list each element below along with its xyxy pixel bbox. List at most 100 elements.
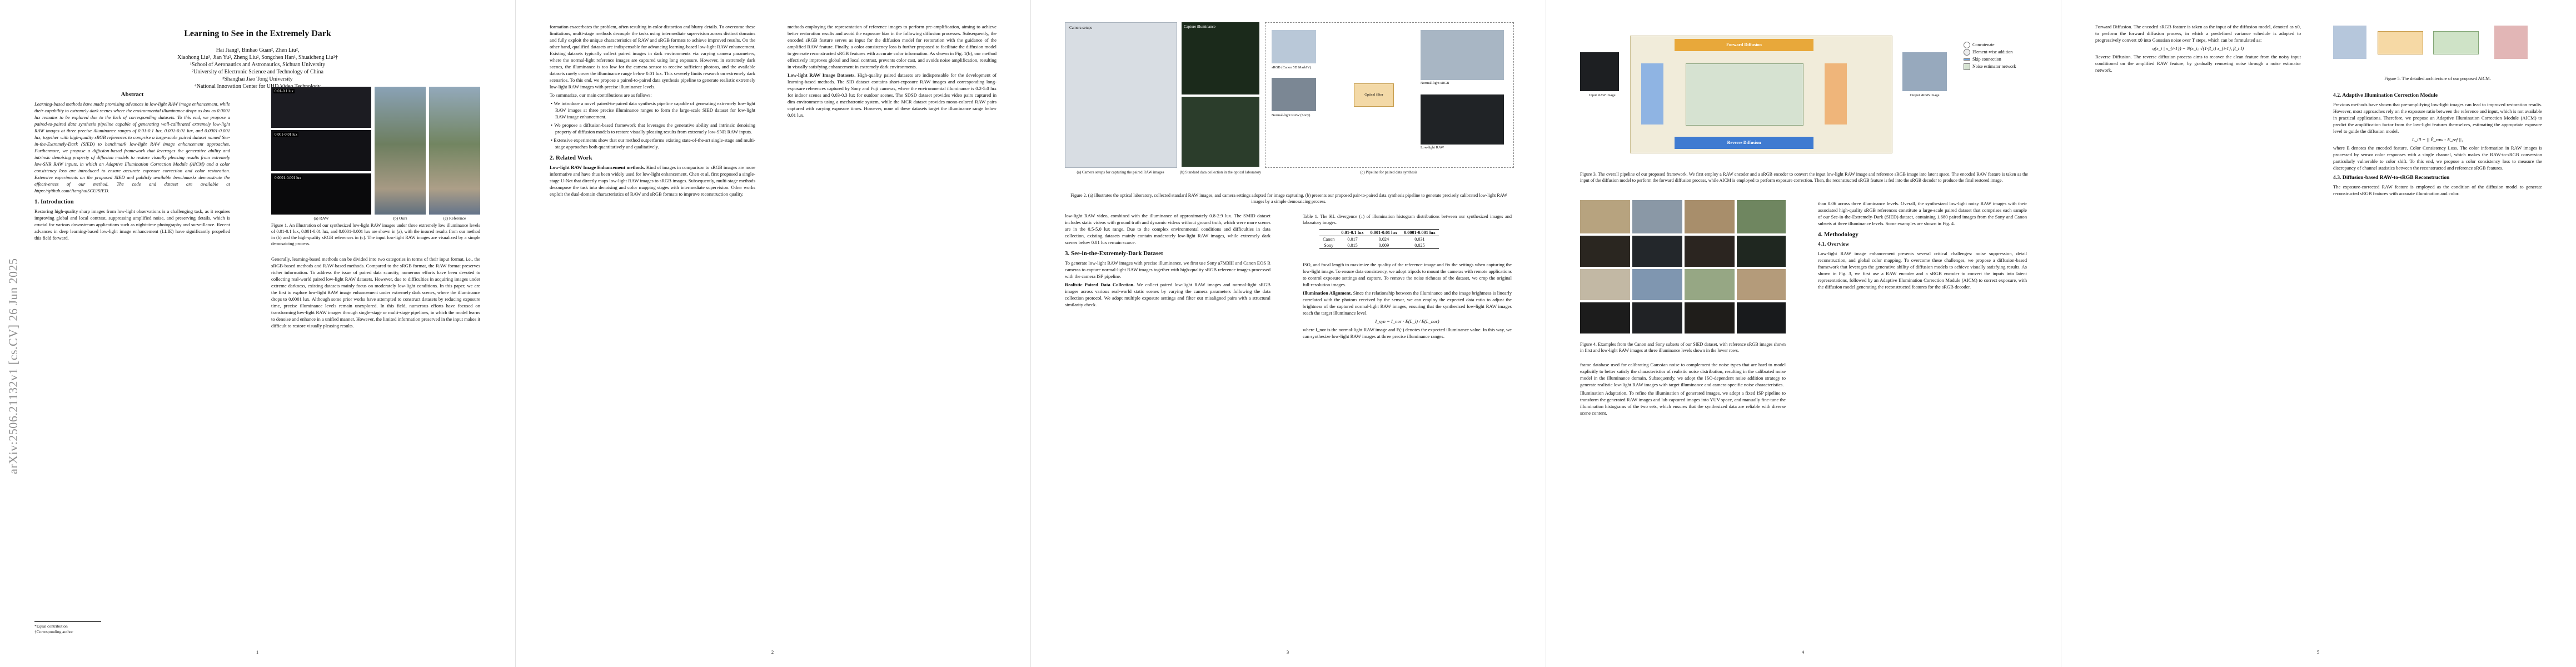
- equation-3: q(x_t | x_{t-1}) = N(x_t; √(1-β_t) x_{t-…: [2152, 46, 2244, 51]
- fig3-legend: Concatenate Element-wise addition Skip c…: [1964, 41, 2016, 71]
- table-1-caption: Table 1. The KL divergence (↓) of illumi…: [1303, 214, 1512, 225]
- page-2: formation exacerbates the problem, often…: [515, 0, 1030, 667]
- page-number-5: 5: [2316, 649, 2320, 655]
- p5-right-text: where E denotes the encoded feature. Col…: [2333, 145, 2542, 171]
- authors-line-2: Xiaohong Liu³, Jian Yu², Zheng Liu², Son…: [177, 54, 338, 61]
- page-number-1: 1: [256, 649, 259, 655]
- fig3-input-label: Input RAW image: [1589, 93, 1616, 97]
- page-divider: [1030, 0, 1031, 667]
- p1-right-text: Generally, learning-based methods can be…: [271, 256, 480, 328]
- fig2-normal-srgb-thumb: [1421, 30, 1504, 80]
- page-number-2: 2: [771, 649, 774, 655]
- fig2-srgb-label: sRGB (Canon 5D MarkIV): [1272, 66, 1311, 69]
- affiliation-2: ²University of Electronic Science and Te…: [192, 69, 323, 75]
- footnote-equal: *Equal contribution: [34, 624, 68, 629]
- fig1-sub-c: (c) Reference: [443, 216, 466, 221]
- fig4-thumb: [1632, 200, 1682, 233]
- section-4-3-heading: 4.3. Diffusion-based RAW-to-sRGB Reconst…: [2333, 175, 2450, 181]
- legend-skip: Skip connection: [1964, 56, 2016, 63]
- fig1-ours-image: [375, 87, 426, 215]
- fig2-camera-setups-label: Camera setups: [1069, 26, 1093, 30]
- fig1-lux-label-1: 0.01-0.1 lux: [273, 89, 295, 93]
- page-divider: [515, 0, 516, 667]
- figure-4: [1580, 200, 1786, 339]
- table-row: Canon 0.017 0.024 0.031: [1323, 237, 1425, 242]
- p2-right-text: methods employing the representation of …: [788, 24, 996, 69]
- p4-right-text: than 0.06 across three illuminance level…: [1818, 201, 2027, 226]
- fig2-lab-image-2: [1182, 97, 1259, 167]
- p1-right-column: Generally, learning-based methods can be…: [271, 256, 480, 623]
- equation-5: L_ill = || Ê_raw - E_ref ||₁: [2412, 137, 2463, 142]
- affiliation-3: ³Shanghai Jiao Tong University: [222, 76, 293, 82]
- fig4-thumb: [1685, 302, 1735, 334]
- fig4-thumb: [1632, 269, 1682, 300]
- p3-left-column: low-light RAW video, combined with the i…: [1065, 212, 1270, 640]
- section-4-2-text: Previous methods have shown that pre-amp…: [2333, 102, 2542, 134]
- p3-right-text: ISO, and focal length to maximize the qu…: [1303, 262, 1512, 287]
- fig3-output-label: Output sRGB image: [1910, 93, 1940, 97]
- affiliation-1: ¹School of Aeronautics and Astronautics,…: [190, 62, 326, 68]
- contribution-1: • We introduce a novel paired-to-paired …: [551, 101, 755, 120]
- figure-3: Input RAW image Forward Diffusion Revers…: [1580, 19, 2028, 169]
- p4-left-column: frame database used for calibrating Gaus…: [1580, 361, 1786, 639]
- fig4-thumb: [1737, 236, 1786, 267]
- author-block: Hai Jiang¹, Binhao Guan², Zhen Liu², Xia…: [33, 47, 482, 90]
- section-4-3-text: The exposure-corrected RAW feature is em…: [2333, 184, 2542, 196]
- fig2-normal-srgb-label: Normal-light sRGB: [1421, 81, 1449, 85]
- related-para-1: Low-light RAW Image Enhancement methods.…: [550, 165, 755, 197]
- contributions-intro: To summarize, our main contributions are…: [550, 92, 652, 98]
- legend-add: Element-wise addition: [1964, 48, 2016, 56]
- fig2-sub-a: (a) Camera setups for capturing the pair…: [1077, 170, 1164, 175]
- fig1-sub-b: (b) Ours: [393, 216, 407, 221]
- page-5: Forward Diffusion. The encoded sRGB feat…: [2061, 0, 2576, 667]
- page-1: arXiv:2506.21132v1 [cs.CV] 26 Jun 2025 L…: [0, 0, 515, 667]
- paper-title: Learning to See in the Extremely Dark: [184, 29, 331, 38]
- fig2-lowlight-raw-label: Low-light RAW: [1421, 146, 1444, 150]
- fig4-thumb: [1737, 269, 1786, 300]
- p5-left-text: Forward Diffusion. The encoded sRGB feat…: [2095, 24, 2301, 43]
- fig3-noise-estimator: [1686, 63, 1803, 126]
- fig3-srgb-decoder: [1825, 63, 1847, 125]
- figure-1: 0.01-0.1 lux 0.001-0.01 lux 0.0001-0.001…: [271, 87, 480, 221]
- fig1-reference-image: [429, 87, 480, 215]
- fig5-conv-block: [2433, 31, 2479, 54]
- contribution-2: • We propose a diffusion-based framework…: [551, 122, 755, 135]
- fig2-camera-setup-panel: [1065, 22, 1177, 168]
- intro-heading: 1. Introduction: [34, 198, 74, 205]
- figure-2: Camera setups Capture illuminance sRGB (…: [1065, 22, 1514, 189]
- legend-noise: Noise estimator network: [1964, 63, 2016, 71]
- p3-right-column: ISO, and focal length to maximize the qu…: [1303, 261, 1512, 639]
- fig5-pooling-block: [2378, 31, 2423, 54]
- contribution-3: • Extensive experiments show that our me…: [551, 137, 755, 150]
- section-3-text: To generate low-light RAW images with pr…: [1065, 260, 1270, 279]
- fig5-input-feature: [2333, 26, 2366, 59]
- footnotes: *Equal contribution †Corresponding autho…: [34, 624, 73, 635]
- section-4-2-heading: 4.2. Adaptive Illumination Correction Mo…: [2333, 92, 2438, 98]
- p3-right-text-2: where I_nor is the normal-light RAW imag…: [1303, 327, 1512, 339]
- fig3-input-raw: [1580, 52, 1619, 91]
- page-4: Input RAW image Forward Diffusion Revers…: [1546, 0, 2061, 667]
- intro-text: Restoring high-quality sharp images from…: [34, 208, 230, 241]
- table-header-row: 0.01-0.1 lux 0.001-0.01 lux 0.0001-0.001…: [1319, 229, 1439, 236]
- fig5-output-feature: [2494, 26, 2528, 59]
- p2-right-column: methods employing the representation of …: [788, 23, 996, 640]
- fig4-thumb: [1580, 302, 1630, 334]
- related-para-2: Low-light RAW Image Datasets. High-quali…: [788, 72, 996, 118]
- abstract-heading: Abstract: [121, 91, 144, 98]
- fig1-lux-label-2: 0.001-0.01 lux: [273, 132, 299, 137]
- fig4-thumb: [1580, 236, 1630, 267]
- fig4-thumb: [1632, 302, 1682, 334]
- figure-5-caption: Figure 5. The detailed architecture of o…: [2384, 76, 2491, 81]
- p2-left-column: formation exacerbates the problem, often…: [550, 23, 755, 640]
- section-4-1-heading: 4.1. Overview: [1818, 241, 1850, 247]
- p3-left-text: low-light RAW video, combined with the i…: [1065, 213, 1270, 245]
- p2-left-text: formation exacerbates the problem, often…: [550, 24, 755, 89]
- fig1-lux-label-3: 0.0001-0.001 lux: [273, 176, 303, 180]
- page-3: Camera setups Capture illuminance sRGB (…: [1030, 0, 1546, 667]
- page-number-4: 4: [1801, 649, 1805, 655]
- footnote-rule: [34, 621, 101, 622]
- footnote-corresponding: †Corresponding author: [34, 629, 73, 634]
- fig4-thumb: [1685, 269, 1735, 300]
- fig3-reverse-diffusion: Reverse Diffusion: [1675, 137, 1813, 149]
- p5-right-column: 4.2. Adaptive Illumination Correction Mo…: [2333, 89, 2542, 639]
